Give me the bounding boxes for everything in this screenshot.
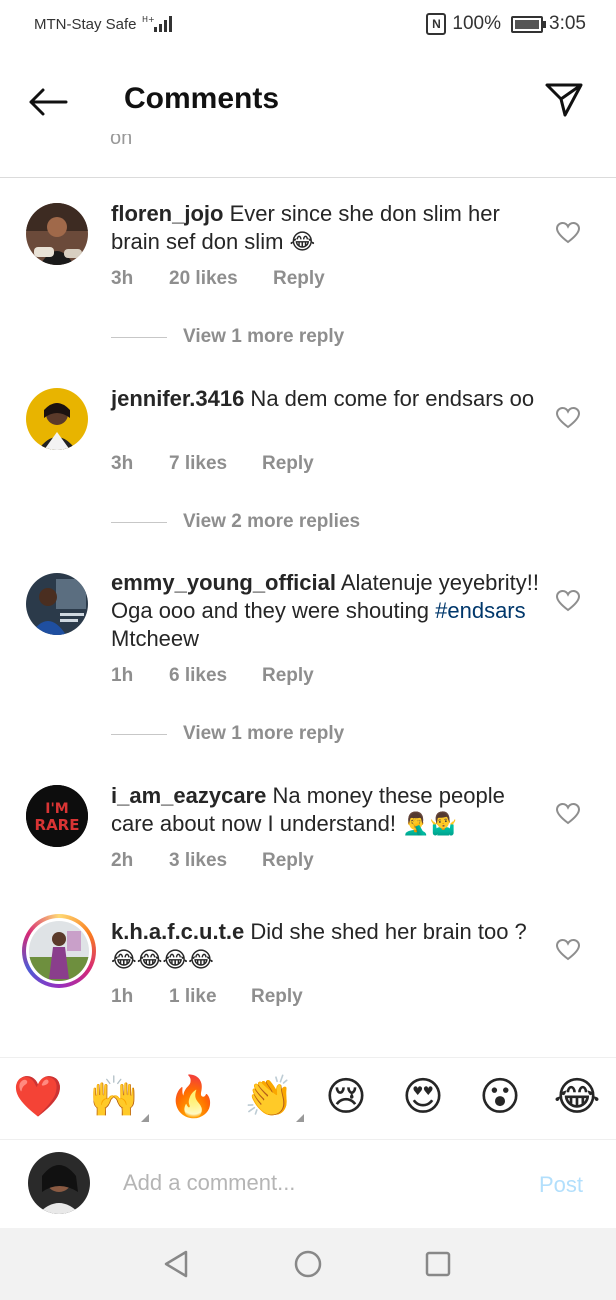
- comment-username[interactable]: floren_jojo: [111, 201, 223, 226]
- system-nav-bar: [0, 1228, 616, 1300]
- add-comment-row: Post: [0, 1146, 616, 1226]
- back-button[interactable]: [22, 80, 74, 124]
- comment-likes[interactable]: 7 likes: [169, 453, 262, 475]
- comment-text: floren_jojo Ever since she don slim her …: [111, 200, 541, 256]
- reaction-glyph: 👏: [244, 1075, 294, 1119]
- comment-likes[interactable]: 3 likes: [169, 850, 262, 872]
- reaction-heart-eyes[interactable]: 😍: [396, 1070, 450, 1124]
- reaction-clap[interactable]: 👏: [242, 1070, 304, 1124]
- reply-button[interactable]: Reply: [262, 850, 314, 872]
- comment-time: 2h: [111, 850, 134, 871]
- hashtag-link[interactable]: #endsars: [435, 598, 526, 623]
- status-right: N 100% 3:05: [426, 13, 586, 35]
- replies-line: [111, 336, 167, 338]
- like-heart-icon[interactable]: [555, 589, 581, 612]
- reply-button[interactable]: Reply: [262, 665, 314, 687]
- reaction-bar: ❤️ 🙌 🔥 👏 😢 😍 😮 😂: [0, 1070, 616, 1130]
- comment-username[interactable]: jennifer.3416: [111, 386, 244, 411]
- view-replies[interactable]: View 1 more reply: [111, 326, 344, 348]
- nav-back-button[interactable]: [156, 1246, 196, 1282]
- svg-text:H+: H+: [142, 15, 155, 24]
- view-replies[interactable]: View 1 more reply: [111, 723, 344, 745]
- comment-body-end: Mtcheew: [111, 626, 200, 651]
- circle-home-icon: [294, 1250, 322, 1278]
- battery-fill: [515, 19, 540, 29]
- replies-line: [111, 521, 167, 523]
- battery-percent: 100%: [452, 13, 502, 34]
- skin-tone-indicator: [296, 1114, 304, 1122]
- share-button[interactable]: [540, 76, 588, 124]
- avatar[interactable]: [26, 388, 88, 450]
- replies-line: [111, 733, 167, 735]
- reaction-laughing[interactable]: 😂: [550, 1070, 604, 1124]
- avatar[interactable]: I'M RARE: [26, 785, 88, 847]
- post-button[interactable]: Post: [539, 1172, 583, 1198]
- reply-button[interactable]: Reply: [251, 986, 303, 1008]
- comment-meta: 3h 20 likes Reply: [111, 268, 325, 290]
- like-heart-icon[interactable]: [555, 938, 581, 961]
- comment-time: 1h: [111, 665, 134, 686]
- reply-button[interactable]: Reply: [262, 453, 314, 475]
- reaction-raised-hands[interactable]: 🙌: [87, 1070, 149, 1124]
- comment-meta: 2h 3 likes Reply: [111, 850, 314, 872]
- reaction-fire[interactable]: 🔥: [166, 1070, 220, 1124]
- reaction-glyph: 🙌: [89, 1075, 139, 1119]
- comment-text: jennifer.3416 Na dem come for endsars oo: [111, 385, 541, 413]
- page-title: Comments: [124, 82, 280, 115]
- comment-time: 3h: [111, 453, 134, 474]
- comment-time: 1h: [111, 986, 134, 1007]
- comment-likes[interactable]: 20 likes: [169, 268, 273, 290]
- signal-icon: H+: [142, 14, 174, 39]
- view-replies-label[interactable]: View 1 more reply: [183, 723, 344, 745]
- avatar-text: RARE: [35, 816, 80, 834]
- cut-off-text: oh: [110, 134, 133, 148]
- reply-button[interactable]: Reply: [273, 268, 325, 290]
- view-replies[interactable]: View 2 more replies: [111, 511, 360, 533]
- comment-meta: 1h 6 likes Reply: [111, 665, 314, 687]
- avatar-text: I'M: [45, 801, 68, 817]
- reaction-heart[interactable]: ❤️: [11, 1070, 65, 1124]
- comment-meta: 1h 1 like Reply: [111, 986, 303, 1008]
- user-avatar[interactable]: [28, 1152, 90, 1214]
- skin-tone-indicator: [141, 1114, 149, 1122]
- comment-likes[interactable]: 1 like: [169, 986, 251, 1008]
- status-bar: MTN-Stay Safe H+ N 100% 3:05: [0, 0, 616, 52]
- nav-home-button[interactable]: [288, 1246, 328, 1282]
- avatar-story-ring[interactable]: [22, 914, 96, 988]
- avatar[interactable]: [26, 203, 88, 265]
- reaction-crying[interactable]: 😢: [319, 1070, 373, 1124]
- header-divider: [0, 177, 616, 178]
- paper-plane-icon: [545, 83, 583, 117]
- comment-text: i_am_eazycare Na money these people care…: [111, 782, 541, 838]
- comments-header: Comments: [0, 60, 616, 140]
- comment-input[interactable]: [123, 1166, 503, 1200]
- like-heart-icon[interactable]: [555, 802, 581, 825]
- comment-username[interactable]: emmy_young_official: [111, 570, 336, 595]
- triangle-back-icon: [164, 1250, 188, 1278]
- comment-likes[interactable]: 6 likes: [169, 665, 262, 687]
- view-replies-label[interactable]: View 1 more reply: [183, 326, 344, 348]
- square-recents-icon: [425, 1251, 451, 1277]
- nav-recents-button[interactable]: [418, 1246, 458, 1282]
- input-divider: [0, 1139, 616, 1140]
- battery-icon: [511, 15, 547, 33]
- comment-body: Na dem come for endsars oo: [244, 386, 535, 411]
- like-heart-icon[interactable]: [555, 406, 581, 429]
- clock: 3:05: [549, 13, 586, 34]
- comment-username[interactable]: k.h.a.f.c.u.t.e: [111, 919, 244, 944]
- comment-text: emmy_young_official Alatenuje yeyebrity!…: [111, 569, 541, 653]
- arrow-left-icon: [29, 88, 68, 116]
- view-replies-label[interactable]: View 2 more replies: [183, 511, 360, 533]
- comment-time: 3h: [111, 268, 134, 289]
- reactions-divider: [0, 1057, 616, 1058]
- comment-text: k.h.a.f.c.u.t.e Did she shed her brain t…: [111, 918, 541, 974]
- reaction-surprised[interactable]: 😮: [473, 1070, 527, 1124]
- avatar[interactable]: [26, 573, 88, 635]
- like-heart-icon[interactable]: [555, 221, 581, 244]
- comment-username[interactable]: i_am_eazycare: [111, 783, 266, 808]
- carrier-label: MTN-Stay Safe: [34, 16, 137, 33]
- nfc-icon: N: [426, 13, 447, 35]
- comment-meta: 3h 7 likes Reply: [111, 453, 314, 475]
- avatar: [26, 918, 92, 984]
